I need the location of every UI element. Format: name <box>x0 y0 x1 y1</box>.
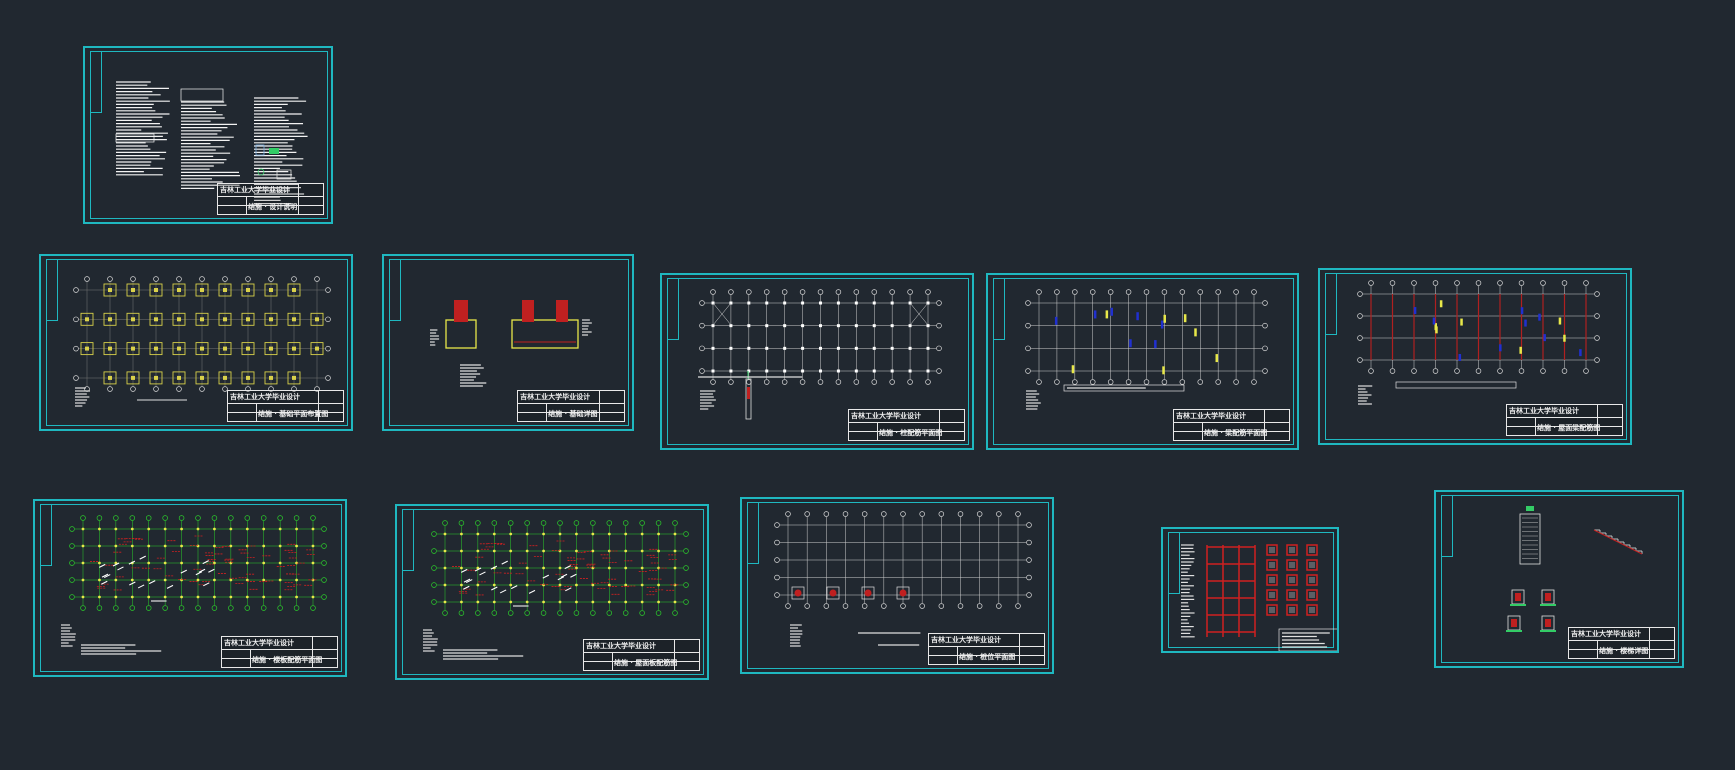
title-block: 吉林工业大学毕业设计结施 · 桩位平面图 <box>928 633 1045 665</box>
title-block: 吉林工业大学毕业设计结施 · 屋面梁配筋图 <box>1506 404 1623 436</box>
title-block-drawing-name: 结施 · 楼梯详图 <box>1599 646 1649 655</box>
sheet-frame: 吉林工业大学毕业设计结施 · 屋面板配筋图 <box>402 509 704 675</box>
title-block-drawing-name: 结施 · 楼板配筋平面图 <box>252 655 323 664</box>
sheet-frame: 吉林工业大学毕业设计结施 · 梁配筋平面图 <box>993 278 1294 445</box>
drawing-content <box>1181 544 1337 651</box>
title-block: 吉林工业大学毕业设计结施 · 基础平面布置图 <box>227 390 344 422</box>
sheet-frame: 吉林工业大学毕业设计结施 · 屋面梁配筋图 <box>1325 273 1627 440</box>
title-block-drawing-name: 结施 · 基础平面布置图 <box>258 409 329 418</box>
title-block-project: 吉林工业大学毕业设计 <box>586 641 656 650</box>
drawing-sheet-beam[interactable]: 吉林工业大学毕业设计结施 · 梁配筋平面图 <box>986 273 1299 450</box>
title-block-drawing-name: 结施 · 基础详图 <box>548 409 598 418</box>
drawing-sheet-frame[interactable] <box>1161 527 1339 653</box>
drawing-sheet-grid[interactable]: 吉林工业大学毕业设计结施 · 柱配筋平面图 <box>660 273 974 450</box>
sheet-frame: 吉林工业大学毕业设计结施 · 柱配筋平面图 <box>667 278 969 445</box>
sheet-frame: 吉林工业大学毕业设计结施 · 设计说明 <box>90 51 328 219</box>
drawing-sheet-stair[interactable]: 吉林工业大学毕业设计结施 · 楼梯详图 <box>1434 490 1684 668</box>
title-block-project: 吉林工业大学毕业设计 <box>851 411 921 420</box>
title-block-drawing-name: 结施 · 设计说明 <box>248 202 298 211</box>
title-block: 吉林工业大学毕业设计结施 · 基础详图 <box>517 390 625 422</box>
title-block-project: 吉林工业大学毕业设计 <box>220 185 290 194</box>
title-block-project: 吉林工业大学毕业设计 <box>1509 406 1579 415</box>
drawing-sheet-notes[interactable]: 吉林工业大学毕业设计结施 · 设计说明 <box>83 46 333 224</box>
title-block-drawing-name: 结施 · 梁配筋平面图 <box>1204 428 1268 437</box>
title-block-drawing-name: 结施 · 屋面梁配筋图 <box>1537 423 1601 432</box>
title-block: 吉林工业大学毕业设计结施 · 梁配筋平面图 <box>1173 409 1290 441</box>
cad-model-space[interactable]: 吉林工业大学毕业设计 结施 · 设计说明 吉林工业大学毕业设计 结施 · 基础平面布置… <box>0 0 1735 770</box>
title-block-drawing-name: 结施 · 桩位平面图 <box>959 652 1016 661</box>
drawing-sheet-slab[interactable]: 吉林工业大学毕业设计结施 · 楼板配筋平面图 <box>33 499 347 677</box>
title-block-project: 吉林工业大学毕业设计 <box>1176 411 1246 420</box>
sheet-frame: 吉林工业大学毕业设计结施 · 基础详图 <box>389 259 629 426</box>
sheet-frame: 吉林工业大学毕业设计结施 · 楼梯详图 <box>1441 495 1679 663</box>
sheet-frame: 吉林工业大学毕业设计结施 · 楼板配筋平面图 <box>40 504 342 672</box>
title-block-project: 吉林工业大学毕业设计 <box>224 638 294 647</box>
title-block-project: 吉林工业大学毕业设计 <box>931 635 1001 644</box>
sheet-frame <box>1168 532 1337 651</box>
sheet-frame: 吉林工业大学毕业设计结施 · 桩位平面图 <box>747 502 1049 669</box>
drawing-sheet-pile[interactable]: 吉林工业大学毕业设计结施 · 桩位平面图 <box>740 497 1054 674</box>
title-block: 吉林工业大学毕业设计结施 · 柱配筋平面图 <box>848 409 965 441</box>
title-block: 吉林工业大学毕业设计结施 · 楼板配筋平面图 <box>221 636 338 668</box>
title-block-project: 吉林工业大学毕业设计 <box>520 392 591 401</box>
drawing-sheet-foundation[interactable]: 吉林工业大学毕业设计结施 · 基础平面布置图 <box>39 254 353 431</box>
title-block-project: 吉林工业大学毕业设计 <box>1571 629 1641 638</box>
sheet-frame: 吉林工业大学毕业设计结施 · 基础平面布置图 <box>46 259 348 426</box>
title-block: 吉林工业大学毕业设计结施 · 楼梯详图 <box>1568 627 1675 659</box>
drawing-sheet-beam2[interactable]: 吉林工业大学毕业设计结施 · 屋面梁配筋图 <box>1318 268 1632 445</box>
drawing-sheet-detail[interactable]: 吉林工业大学毕业设计结施 · 基础详图 <box>382 254 634 431</box>
drawing-sheet-slab[interactable]: 吉林工业大学毕业设计结施 · 屋面板配筋图 <box>395 504 709 680</box>
title-block: 吉林工业大学毕业设计结施 · 屋面板配筋图 <box>583 639 700 671</box>
title-block: 吉林工业大学毕业设计结施 · 设计说明 <box>217 183 324 215</box>
title-block-drawing-name: 结施 · 柱配筋平面图 <box>879 428 943 437</box>
title-block-project: 吉林工业大学毕业设计 <box>230 392 300 401</box>
title-block-drawing-name: 结施 · 屋面板配筋图 <box>614 658 678 667</box>
